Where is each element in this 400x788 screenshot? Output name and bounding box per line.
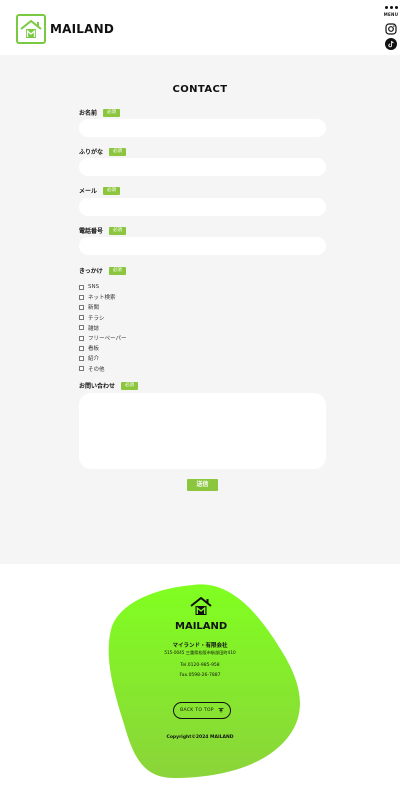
company-address: 515-0045 三重県松阪市駅部田町410 [164, 650, 236, 655]
company-name: マイランド・有限会社 [172, 643, 228, 649]
checkbox[interactable] [79, 304, 84, 310]
checkbox-option[interactable]: 新聞 [79, 302, 126, 312]
checkbox[interactable] [79, 345, 84, 351]
checkbox-label: その他 [88, 366, 105, 373]
house-logo-icon [16, 14, 46, 44]
email-label: メール 必須 [79, 186, 121, 195]
brand-name: MAILAND [50, 22, 115, 36]
checkbox[interactable] [79, 335, 84, 341]
instagram-icon[interactable] [385, 23, 397, 35]
tiktok-icon[interactable] [385, 38, 397, 50]
site-footer: MAILAND マイランド・有限会社 515-0045 三重県松阪市駅部田町41… [0, 564, 400, 788]
required-badge: 必須 [103, 186, 121, 195]
required-badge: 必須 [103, 108, 121, 117]
tel-number[interactable]: Tel.0120-985-958 [0, 663, 400, 668]
checkbox-label: ネット検索 [88, 295, 116, 302]
footer-brand: MAILAND [175, 621, 228, 632]
submit-button[interactable]: 送信 [187, 479, 218, 491]
message-label: お問い合わせ 必須 [79, 381, 139, 390]
checkbox[interactable] [79, 284, 84, 290]
menu-dots-icon [383, 6, 399, 9]
checkbox[interactable] [79, 315, 84, 321]
menu-button[interactable]: MENU [383, 6, 399, 17]
checkbox-label: チラシ [88, 315, 105, 322]
trigger-label-text: きっかけ [79, 268, 103, 275]
checkbox-label: 新聞 [88, 305, 100, 312]
checkbox-label: 紹介 [88, 356, 100, 363]
name-label-text: お名前 [79, 110, 98, 117]
checkbox-option[interactable]: 雑誌 [79, 323, 126, 333]
checkbox-label: フリーペーパー [88, 336, 127, 343]
email-label-text: メール [79, 188, 98, 195]
furigana-input[interactable] [79, 158, 326, 176]
phone-label: 電話番号 必須 [79, 226, 127, 235]
fax-number: Fax.0598-26-7887 [179, 673, 221, 678]
contact-form-section: CONTACT お名前 必須 ふりがな 必須 メール 必須 電話番号 必須 きっ… [0, 55, 400, 564]
checkbox-option[interactable]: フリーペーパー [79, 333, 126, 343]
form-title: CONTACT [172, 84, 228, 95]
checkbox-label: SNS [88, 284, 100, 291]
checkbox[interactable] [79, 325, 84, 331]
required-badge: 必須 [121, 381, 139, 390]
site-header: MAILAND MENU [0, 0, 400, 55]
checkbox-option[interactable]: その他 [79, 364, 126, 374]
furigana-label: ふりがな 必須 [79, 147, 127, 156]
checkbox[interactable] [79, 366, 84, 372]
required-badge: 必須 [109, 147, 127, 156]
arrow-up-icon [218, 708, 224, 713]
email-input[interactable] [79, 198, 326, 216]
checkbox-option[interactable]: チラシ [79, 313, 126, 323]
checkbox-option[interactable]: SNS [79, 282, 126, 292]
checkbox-label: 雑誌 [88, 325, 100, 332]
back-to-top-label: BACK TO TOP [180, 708, 214, 713]
back-to-top-button[interactable]: BACK TO TOP [173, 702, 231, 719]
checkbox-option[interactable]: 紹介 [79, 353, 126, 363]
trigger-label: きっかけ 必須 [79, 266, 126, 275]
checkbox-option[interactable]: 看板 [79, 343, 126, 353]
checkbox-option[interactable]: ネット検索 [79, 292, 126, 302]
footer-logo[interactable]: MAILAND [175, 596, 228, 632]
name-input[interactable] [79, 119, 326, 137]
site-logo[interactable]: MAILAND [16, 14, 114, 44]
copyright: Copyright©2024 MAILAND [166, 735, 234, 740]
footer-house-icon [190, 596, 212, 615]
message-label-text: お問い合わせ [79, 383, 116, 390]
checkbox-label: 看板 [88, 346, 100, 353]
checkbox[interactable] [79, 355, 84, 361]
furigana-label-text: ふりがな [79, 149, 104, 156]
required-badge: 必須 [109, 226, 127, 235]
phone-label-text: 電話番号 [79, 228, 104, 235]
name-label: お名前 必須 [79, 108, 121, 117]
message-textarea[interactable] [79, 393, 326, 469]
required-badge: 必須 [108, 266, 126, 275]
menu-label: MENU [383, 12, 399, 17]
checkbox[interactable] [79, 294, 84, 300]
phone-input[interactable] [79, 237, 326, 255]
trigger-checkbox-group: SNS ネット検索 新聞 チラシ 雑誌 フリーペーパー 看板 紹介 その他 [79, 282, 126, 374]
